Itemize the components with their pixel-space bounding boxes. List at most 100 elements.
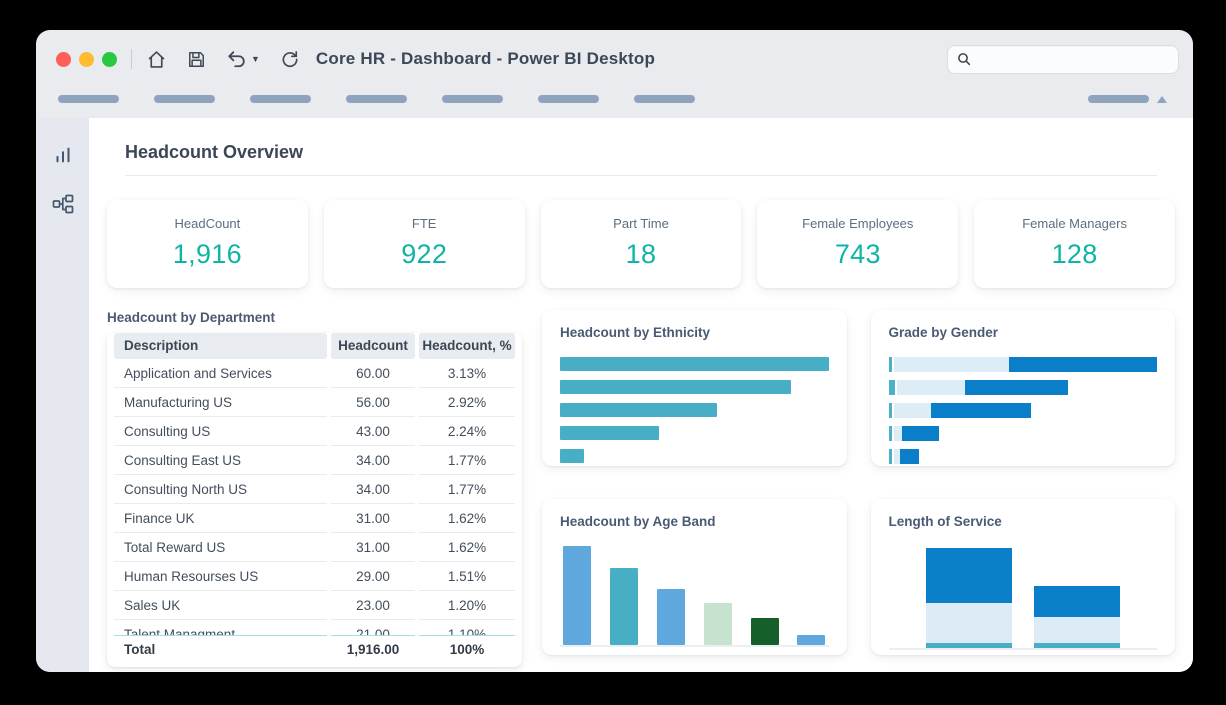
save-icon[interactable] — [187, 50, 206, 69]
bar-segment[interactable] — [889, 426, 892, 441]
bar-segment[interactable] — [889, 449, 892, 464]
stacked-bar[interactable] — [889, 449, 1158, 464]
column-segment[interactable] — [1034, 617, 1120, 643]
bar[interactable] — [610, 568, 638, 644]
bar[interactable] — [657, 589, 685, 644]
chart-grade-by-gender[interactable]: Grade by Gender — [871, 310, 1176, 466]
stacked-column[interactable] — [1034, 586, 1120, 648]
kpi-card[interactable]: Female Employees743 — [757, 200, 958, 288]
table-row[interactable]: Sales UK23.001.20% — [114, 591, 515, 620]
chart-headcount-by-ethnicity[interactable]: Headcount by Ethnicity — [542, 310, 847, 466]
column-segment[interactable] — [926, 643, 1012, 648]
bar-segment[interactable] — [897, 380, 965, 395]
kpi-card[interactable]: HeadCount1,916 — [107, 200, 308, 288]
ribbon-item-placeholder[interactable] — [58, 95, 119, 103]
kpi-card[interactable]: FTE922 — [324, 200, 525, 288]
collapse-ribbon-icon[interactable] — [1157, 96, 1167, 103]
cell-description: Consulting US — [114, 417, 327, 446]
column-header[interactable]: Headcount, % — [419, 333, 515, 359]
search-input[interactable] — [978, 52, 1170, 67]
ribbon-item-placeholder[interactable] — [154, 95, 215, 103]
model-view-icon[interactable] — [51, 192, 75, 216]
maximize-window-button[interactable] — [102, 52, 117, 67]
table-row[interactable]: Finance UK31.001.62% — [114, 504, 515, 533]
bar-segment[interactable] — [889, 380, 895, 395]
total-headcount: 1,916.00 — [331, 635, 415, 662]
bar[interactable] — [704, 603, 732, 645]
column-segment[interactable] — [926, 548, 1012, 603]
chart-length-of-service[interactable]: Length of Service — [871, 499, 1176, 655]
cell-description: Application and Services — [114, 359, 327, 388]
bar[interactable] — [560, 449, 584, 463]
stacked-bar[interactable] — [889, 357, 1158, 372]
bar[interactable] — [560, 426, 659, 440]
title-bar: ▼ Core HR - Dashboard - Power BI Desktop — [36, 30, 1193, 88]
bar-segment[interactable] — [900, 449, 919, 464]
table-row[interactable]: Manufacturing US56.002.92% — [114, 388, 515, 417]
bar[interactable] — [560, 403, 717, 417]
bar-segment[interactable] — [965, 380, 1068, 395]
column-segment[interactable] — [926, 603, 1012, 643]
chart-title: Grade by Gender — [889, 325, 1158, 340]
refresh-icon[interactable] — [280, 49, 300, 69]
table-row[interactable]: Consulting North US34.001.77% — [114, 475, 515, 504]
table-title: Headcount by Department — [107, 310, 522, 325]
bar-segment[interactable] — [894, 403, 932, 418]
minimize-window-button[interactable] — [79, 52, 94, 67]
bar[interactable] — [560, 380, 791, 394]
table-row[interactable]: Consulting US43.002.24% — [114, 417, 515, 446]
stacked-bar[interactable] — [889, 426, 1158, 441]
total-label: Total — [114, 635, 327, 662]
table-row[interactable]: Consulting East US34.001.77% — [114, 446, 515, 475]
bar[interactable] — [560, 357, 829, 371]
stacked-bar[interactable] — [889, 403, 1158, 418]
undo-icon[interactable]: ▼ — [226, 49, 260, 69]
search-box[interactable] — [947, 45, 1179, 74]
table-header-row: Description Headcount Headcount, % — [114, 333, 515, 359]
bar-segment[interactable] — [902, 426, 939, 441]
undo-dropdown-caret[interactable]: ▼ — [251, 54, 260, 64]
cell-headcount: 60.00 — [331, 359, 415, 388]
stacked-bar[interactable] — [889, 380, 1158, 395]
bar-segment[interactable] — [894, 357, 1009, 372]
table-row[interactable]: Talent Managment21.001.10% — [114, 620, 515, 635]
cell-percent: 3.13% — [419, 359, 515, 388]
kpi-label: Part Time — [549, 216, 734, 231]
bar[interactable] — [797, 635, 825, 645]
column-segment[interactable] — [1034, 643, 1120, 648]
table-body[interactable]: Application and Services60.003.13%Manufa… — [114, 359, 515, 635]
stacked-column[interactable] — [926, 548, 1012, 648]
ribbon-item-placeholder[interactable] — [634, 95, 695, 103]
headcount-table[interactable]: Description Headcount Headcount, % Appli… — [107, 333, 522, 667]
ribbon-item-placeholder[interactable] — [442, 95, 503, 103]
bar-segment[interactable] — [1009, 357, 1157, 372]
cell-percent: 1.62% — [419, 533, 515, 562]
kpi-card[interactable]: Female Managers128 — [974, 200, 1175, 288]
bar-segment[interactable] — [889, 357, 892, 372]
chart-headcount-by-age-band[interactable]: Headcount by Age Band — [542, 499, 847, 655]
column-header[interactable]: Headcount — [331, 333, 415, 359]
cell-description: Sales UK — [114, 591, 327, 620]
cell-percent: 1.20% — [419, 591, 515, 620]
window-title: Core HR - Dashboard - Power BI Desktop — [316, 49, 655, 69]
bar-segment[interactable] — [931, 403, 1030, 418]
table-row[interactable]: Application and Services60.003.13% — [114, 359, 515, 388]
close-window-button[interactable] — [56, 52, 71, 67]
table-row[interactable]: Total Reward US31.001.62% — [114, 533, 515, 562]
report-view-icon[interactable] — [52, 144, 74, 166]
table-total-row: Total 1,916.00 100% — [114, 635, 515, 662]
grade-by-gender-plot — [889, 357, 1158, 464]
home-icon[interactable] — [146, 49, 167, 70]
table-row[interactable]: Human Resourses US29.001.51% — [114, 562, 515, 591]
bar[interactable] — [751, 618, 779, 645]
ribbon-item-placeholder[interactable] — [538, 95, 599, 103]
bar-segment[interactable] — [889, 403, 892, 418]
kpi-card[interactable]: Part Time18 — [541, 200, 742, 288]
ribbon-item-placeholder[interactable] — [346, 95, 407, 103]
column-segment[interactable] — [1034, 586, 1120, 617]
column-header[interactable]: Description — [114, 333, 327, 359]
bar-segment[interactable] — [894, 426, 902, 441]
ribbon-item-placeholder[interactable] — [250, 95, 311, 103]
ribbon-item-placeholder[interactable] — [1088, 95, 1149, 103]
bar[interactable] — [563, 546, 591, 645]
